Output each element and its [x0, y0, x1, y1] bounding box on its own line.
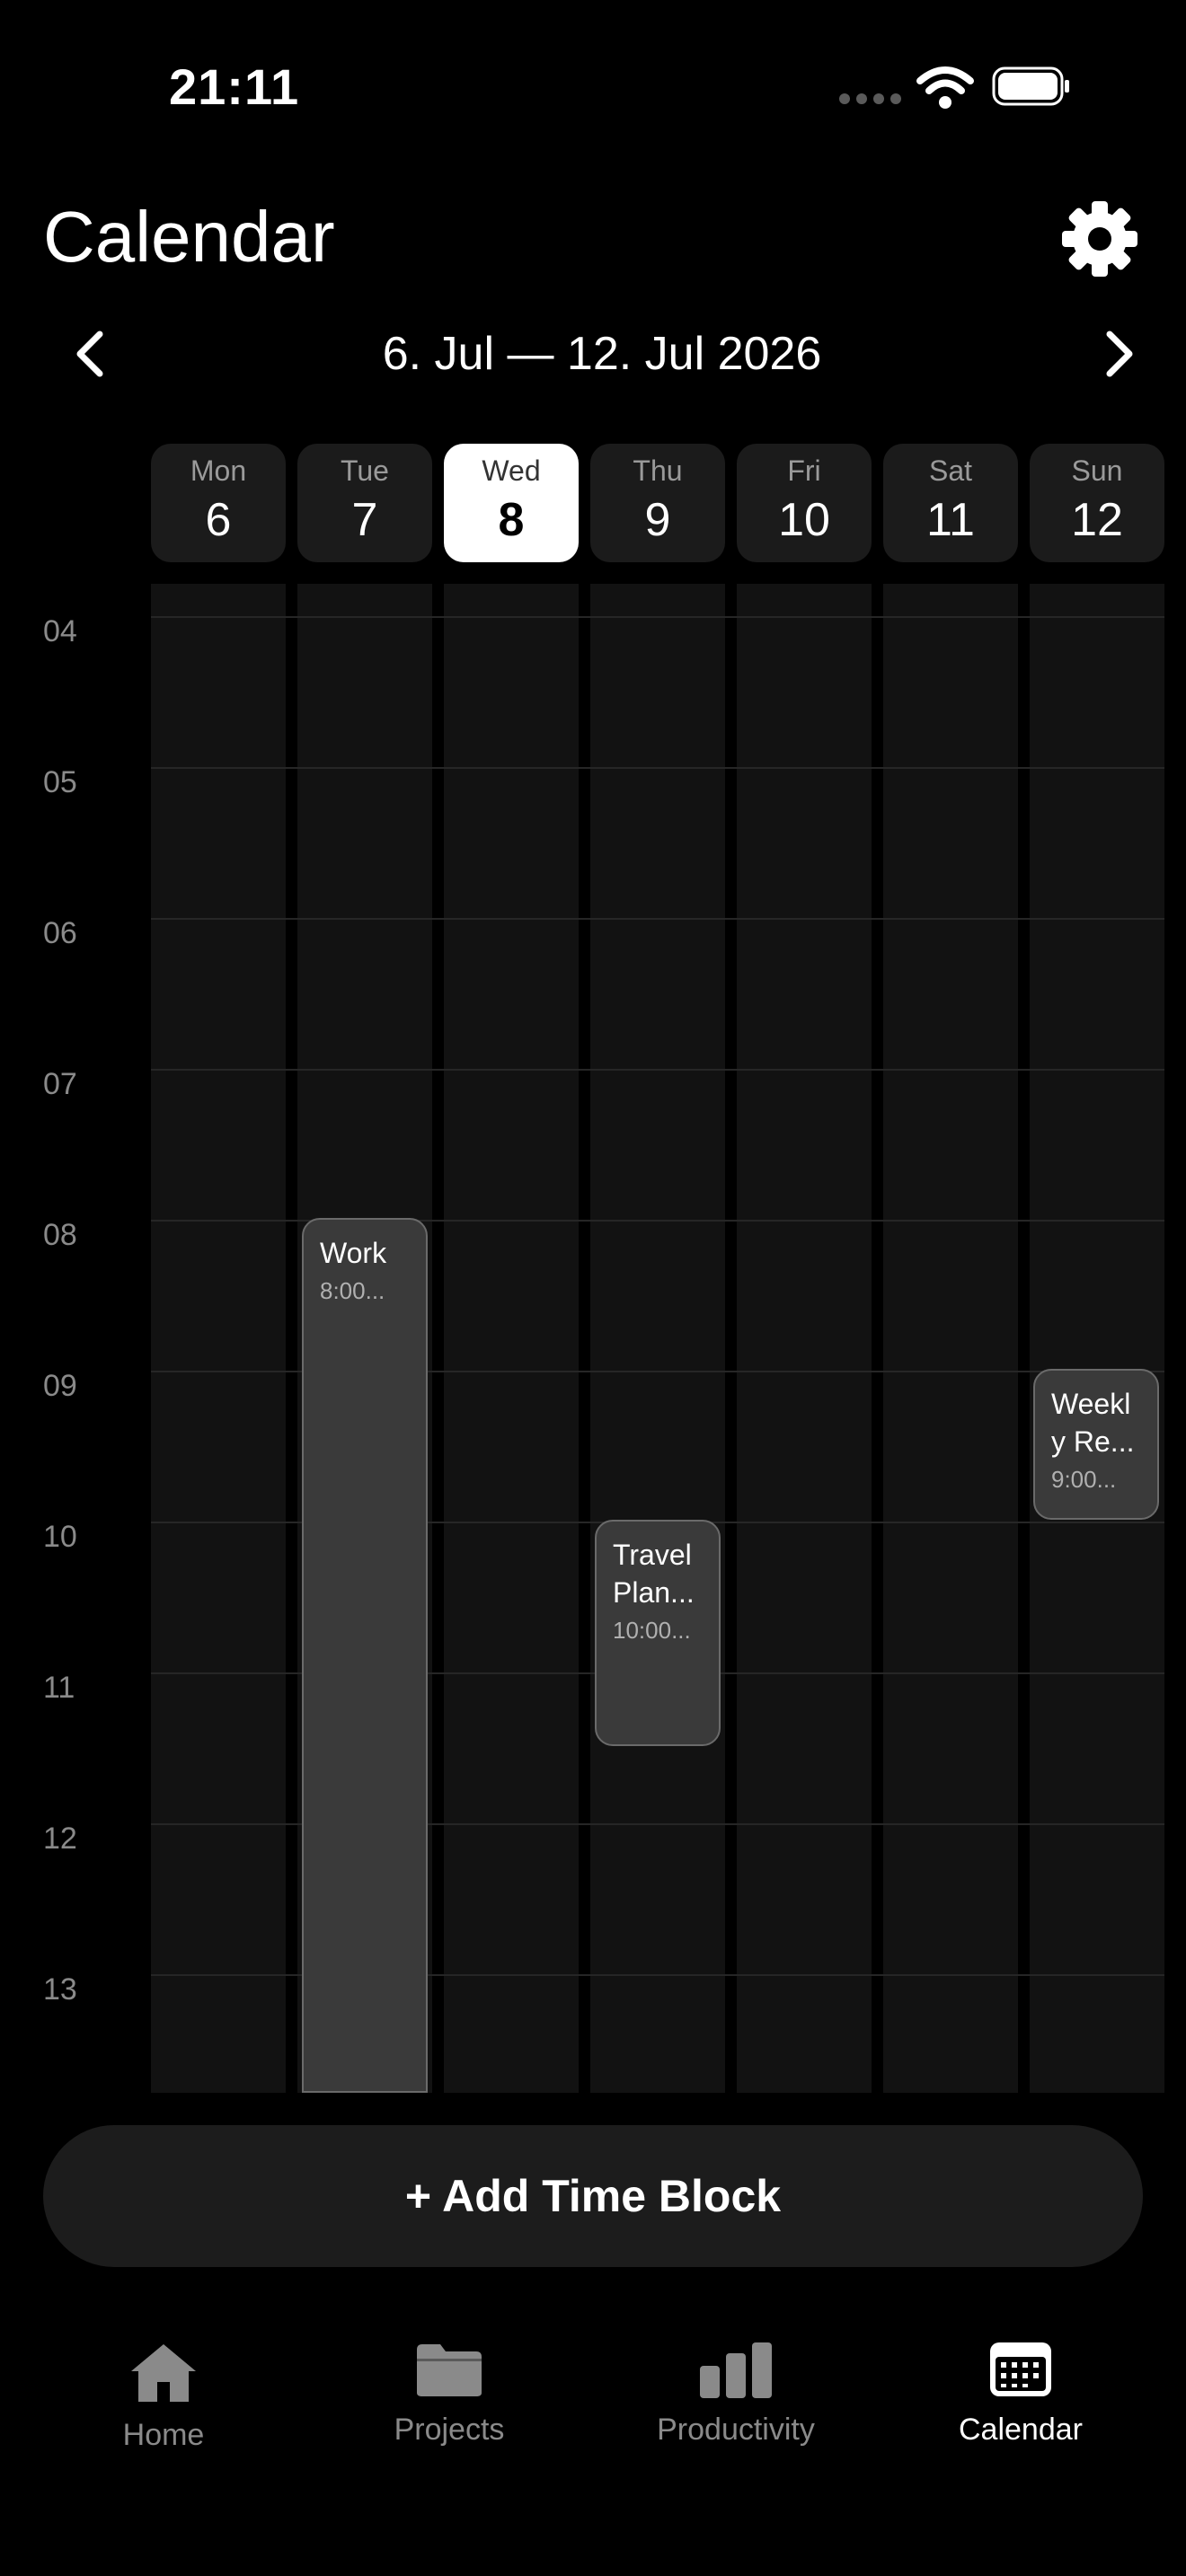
- hour-label: 07: [43, 1067, 77, 1101]
- tab-home[interactable]: Home: [56, 2341, 271, 2453]
- day-name: Thu: [633, 454, 683, 487]
- day-header-mon[interactable]: Mon 6: [151, 444, 286, 562]
- event-title: Travel Plan...: [613, 1539, 695, 1609]
- day-column-sat[interactable]: [883, 584, 1018, 2093]
- status-time: 21:11: [169, 58, 300, 115]
- tab-label: Home: [122, 2418, 205, 2452]
- hour-label: 13: [43, 1972, 77, 2007]
- day-name: Sun: [1071, 454, 1123, 487]
- day-name: Sat: [928, 454, 973, 487]
- hour-gridline: [151, 616, 1164, 618]
- tab-label: Calendar: [959, 2413, 1083, 2447]
- cellular-signal-icon: [839, 93, 901, 104]
- next-week-button[interactable]: [1091, 325, 1148, 383]
- event-block-work[interactable]: Work 8:00...: [302, 1218, 428, 2093]
- chevron-left-icon: [76, 331, 103, 377]
- day-header-thu[interactable]: Thu 9: [590, 444, 725, 562]
- tab-calendar[interactable]: Calendar: [913, 2341, 1128, 2448]
- settings-gear-icon[interactable]: [1060, 199, 1139, 278]
- hour-gridline: [151, 1220, 1164, 1222]
- day-column-fri[interactable]: [737, 584, 872, 2093]
- hour-label: 10: [43, 1520, 77, 1554]
- hour-label: 09: [43, 1369, 77, 1403]
- previous-week-button[interactable]: [61, 325, 119, 383]
- hour-label: 11: [43, 1671, 75, 1705]
- event-title: Work: [320, 1237, 387, 1269]
- day-header-sun[interactable]: Sun 12: [1030, 444, 1164, 562]
- hour-gridline: [151, 767, 1164, 769]
- day-column-thu[interactable]: [590, 584, 725, 2093]
- day-date: 9: [644, 494, 671, 546]
- day-column-mon[interactable]: [151, 584, 286, 2093]
- day-column-wed[interactable]: [444, 584, 579, 2093]
- hour-label: 04: [43, 614, 77, 648]
- day-name: Tue: [341, 454, 389, 487]
- day-header-wed-selected[interactable]: Wed 8: [444, 444, 579, 562]
- hour-label: 12: [43, 1822, 77, 1856]
- chevron-right-icon: [1106, 331, 1133, 377]
- day-date: 7: [351, 494, 378, 546]
- day-name: Fri: [787, 454, 821, 487]
- add-time-block-button[interactable]: + Add Time Block: [43, 2125, 1143, 2267]
- tab-label: Productivity: [657, 2413, 815, 2447]
- hour-label: 05: [43, 765, 77, 799]
- day-name: Mon: [190, 454, 247, 487]
- day-name: Wed: [482, 454, 541, 487]
- home-icon: [131, 2344, 196, 2402]
- event-time: 9:00...: [1051, 1466, 1117, 1493]
- day-header-fri[interactable]: Fri 10: [737, 444, 872, 562]
- event-time: 8:00...: [320, 1277, 385, 1304]
- day-date: 11: [926, 494, 975, 546]
- hour-gridline: [151, 918, 1164, 920]
- event-block-travel-planning[interactable]: Travel Plan... 10:00...: [595, 1520, 721, 1746]
- battery-icon: [992, 66, 1069, 106]
- bar-chart-icon: [700, 2342, 772, 2398]
- tab-projects[interactable]: Projects: [341, 2341, 557, 2448]
- calendar-icon: [990, 2342, 1051, 2396]
- event-block-weekly-review[interactable]: Weekly Re... 9:00...: [1033, 1369, 1159, 1520]
- event-time: 10:00...: [613, 1617, 691, 1644]
- hour-label: 08: [43, 1218, 77, 1252]
- day-date: 10: [778, 494, 830, 546]
- day-header-sat[interactable]: Sat 11: [883, 444, 1018, 562]
- page-title: Calendar: [43, 197, 335, 277]
- day-date: 6: [205, 494, 232, 546]
- day-date: 12: [1071, 494, 1123, 546]
- day-column-sun[interactable]: [1030, 584, 1164, 2093]
- day-date: 8: [498, 494, 525, 546]
- event-title: Weekly Re...: [1051, 1388, 1135, 1458]
- week-range-label: 6. Jul — 12. Jul 2026: [382, 328, 822, 380]
- hour-gridline: [151, 1069, 1164, 1071]
- folder-icon: [417, 2344, 482, 2396]
- wifi-icon: [916, 66, 974, 109]
- tab-label: Projects: [394, 2413, 505, 2447]
- hour-label: 06: [43, 916, 77, 950]
- tab-productivity[interactable]: Productivity: [628, 2341, 844, 2448]
- day-header-tue[interactable]: Tue 7: [297, 444, 432, 562]
